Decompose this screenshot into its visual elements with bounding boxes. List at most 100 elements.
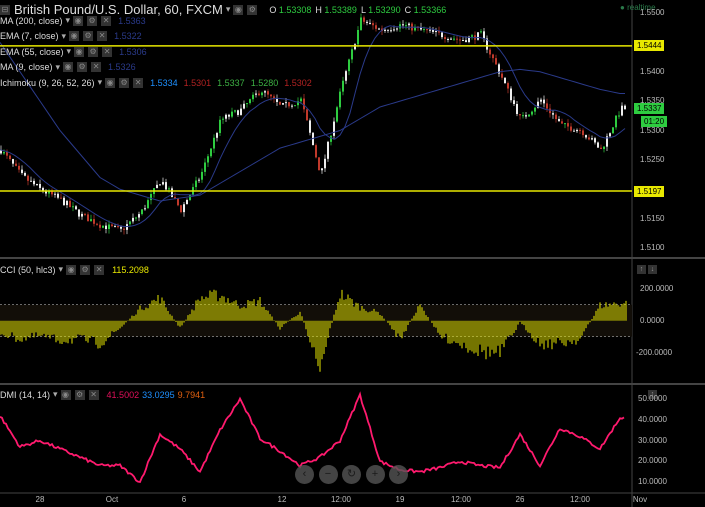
chevron-down-icon[interactable]: ▾ <box>67 46 72 57</box>
candle-body <box>396 28 398 30</box>
candle-body <box>129 221 131 225</box>
dmi-legend: DMI (14, 14) ▾ ◉ ⚙ ✕ 41.5002 33.0295 9.7941 <box>0 389 208 400</box>
ohlc-value: 1.53308 <box>278 4 312 15</box>
close-icon[interactable]: ✕ <box>101 15 112 26</box>
close-icon[interactable]: ✕ <box>88 389 99 400</box>
gear-icon[interactable]: ⚙ <box>247 4 258 15</box>
gear-icon[interactable]: ⚙ <box>119 77 130 88</box>
close-icon[interactable]: ✕ <box>133 77 144 88</box>
candle-body <box>624 105 626 110</box>
candle-body <box>522 115 524 117</box>
collapse-icon[interactable]: ⊟ <box>0 4 10 15</box>
gear-icon[interactable]: ⚙ <box>83 31 94 41</box>
ohlc-o: O 1.53308 <box>269 5 311 15</box>
scroll-right-button[interactable]: › <box>389 465 408 484</box>
dmi-label[interactable]: DMI (14, 14) <box>0 390 50 400</box>
candle-body <box>159 184 161 186</box>
eye-icon[interactable]: ◉ <box>69 31 80 41</box>
indicator-label[interactable]: EMA (55, close) <box>0 47 64 57</box>
candle-body <box>423 29 425 31</box>
candle-body <box>171 188 173 198</box>
candle-body <box>516 104 518 115</box>
indicator-label[interactable]: Ichimoku (9, 26, 52, 26) <box>0 78 95 88</box>
candle-body <box>186 200 188 205</box>
eye-icon[interactable]: ◉ <box>66 264 77 275</box>
eye-icon[interactable]: ◉ <box>73 15 84 26</box>
candle-body <box>426 29 428 31</box>
time-axis-label: 28 <box>35 495 45 504</box>
chevron-down-icon[interactable]: ▾ <box>56 62 61 73</box>
candle-body <box>222 118 224 120</box>
indicator-value: 1.5306 <box>119 46 147 57</box>
candle-body <box>510 88 512 101</box>
candle-body <box>132 217 134 222</box>
candle-body <box>282 103 284 105</box>
chevron-down-icon[interactable]: ▾ <box>226 4 231 15</box>
gear-icon[interactable]: ⚙ <box>77 62 88 72</box>
zoom-out-button[interactable]: − <box>318 465 338 484</box>
indicator-value: 1.5322 <box>114 31 142 41</box>
candle-body <box>63 197 65 206</box>
indicator-label[interactable]: MA (200, close) <box>0 16 63 26</box>
candle-body <box>561 121 563 124</box>
close-icon[interactable]: ✕ <box>91 62 102 72</box>
candle-body <box>198 179 200 181</box>
chevron-down-icon[interactable]: ▾ <box>66 15 71 26</box>
time-axis-label: 12 <box>277 495 287 504</box>
price-axis-label: 1.5400 <box>640 66 665 76</box>
candle-body <box>549 108 551 114</box>
candle-body <box>621 105 623 116</box>
candle-body <box>156 184 158 189</box>
gear-icon[interactable]: ⚙ <box>88 46 99 57</box>
ohlc-c: C 1.53366 <box>405 5 447 15</box>
indicator-value: 1.5363 <box>118 15 146 26</box>
candle-body <box>60 197 62 199</box>
candle-body <box>348 59 350 72</box>
time-axis-label: 19 <box>395 495 405 504</box>
candle-body <box>252 94 254 100</box>
gear-icon[interactable]: ⚙ <box>87 15 98 26</box>
eye-icon[interactable]: ◉ <box>105 77 116 88</box>
candle-body <box>261 92 263 96</box>
price-axis-label: 1.5150 <box>640 213 665 223</box>
chevron-down-icon[interactable]: ▾ <box>62 31 67 42</box>
candle-body <box>66 200 68 206</box>
chevron-down-icon[interactable]: ▾ <box>98 77 103 88</box>
indicator-label[interactable]: EMA (7, close) <box>0 31 59 41</box>
chevron-down-icon[interactable]: ▾ <box>59 264 64 275</box>
candle-body <box>495 58 497 65</box>
move-down-icon[interactable]: ↓ <box>648 265 657 274</box>
candle-body <box>531 111 533 115</box>
candle-body <box>39 184 41 188</box>
indicator-label[interactable]: MA (9, close) <box>0 62 53 72</box>
indicator-value: 1.5326 <box>108 62 136 72</box>
gear-icon[interactable]: ⚙ <box>74 389 85 400</box>
candle-body <box>135 217 137 219</box>
chevron-down-icon[interactable]: ▾ <box>53 389 58 400</box>
candle-body <box>267 91 269 95</box>
candle-body <box>402 24 404 26</box>
candle-body <box>366 21 368 23</box>
eye-icon[interactable]: ◉ <box>233 4 244 15</box>
candle-body <box>354 44 356 50</box>
eye-icon[interactable]: ◉ <box>74 46 85 57</box>
close-icon[interactable]: ✕ <box>94 264 105 275</box>
candle-body <box>219 119 221 134</box>
scroll-left-button[interactable]: ‹ <box>295 465 314 484</box>
eye-icon[interactable]: ◉ <box>60 389 71 400</box>
candle-body <box>615 115 617 128</box>
zoom-in-button[interactable]: + <box>365 465 385 484</box>
candle-body <box>228 114 230 117</box>
candle-body <box>306 109 308 121</box>
gear-icon[interactable]: ⚙ <box>80 264 91 275</box>
cci-label[interactable]: CCI (50, hlc3) <box>0 265 56 275</box>
move-up-icon[interactable]: ↑ <box>637 265 646 274</box>
eye-icon[interactable]: ◉ <box>63 62 74 72</box>
candle-body <box>309 120 311 133</box>
candle-body <box>519 114 521 116</box>
close-icon[interactable]: ✕ <box>102 46 113 57</box>
close-icon[interactable]: ✕ <box>97 31 108 41</box>
candle-body <box>117 226 119 228</box>
reset-button[interactable]: ↻ <box>342 465 361 484</box>
candle-body <box>12 159 14 164</box>
